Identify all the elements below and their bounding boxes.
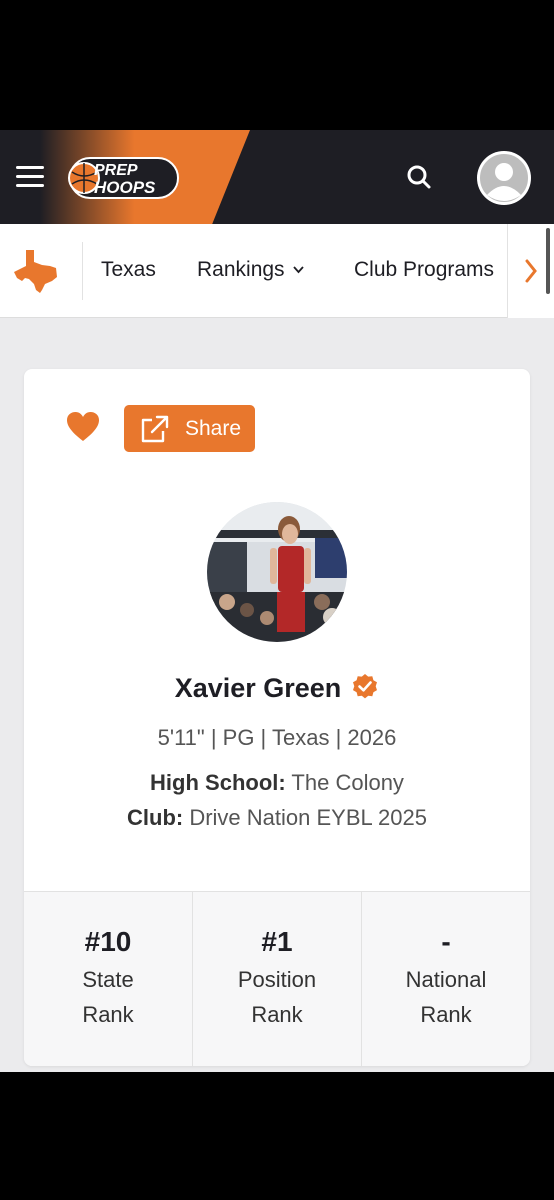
subnav-item-texas[interactable]: Texas [101, 258, 156, 282]
rank-value: #10 [84, 926, 132, 957]
logo-line1: PREP [94, 162, 138, 179]
player-profile-card: Share Xavier Green 5'11" | PG | Texas | … [24, 369, 530, 1066]
state-rank[interactable]: #10 State Rank [24, 892, 193, 1066]
favorite-heart-icon[interactable] [66, 411, 100, 443]
rank-label-line1: National [405, 967, 487, 992]
sub-navigation: Texas Rankings Club Programs [0, 224, 554, 318]
rank-label: State Rank [24, 962, 192, 1032]
rank-label-line2: Rank [82, 1002, 134, 1027]
rank-value: #1 [261, 926, 293, 957]
share-label: Share [185, 417, 242, 440]
app-header: PREP HOOPS [0, 130, 554, 224]
screen: PREP HOOPS Texas Rankings Club Programs … [0, 0, 554, 1200]
player-name: Xavier Green [24, 673, 530, 704]
subnav-item-club-programs[interactable]: Club Programs [354, 258, 510, 282]
club-line: Club: Drive Nation EYBL 2025 [24, 805, 530, 831]
club-value[interactable]: Drive Nation EYBL 2025 [189, 805, 427, 830]
rank-label-line1: State [82, 967, 134, 992]
subnav-item-label: Rankings [197, 258, 285, 281]
rank-label-line1: Position [237, 967, 317, 992]
high-school-line: High School: The Colony [24, 770, 530, 796]
player-meta: 5'11" | PG | Texas | 2026 [157, 725, 397, 750]
texas-state-icon[interactable] [12, 246, 60, 294]
prep-hoops-logo[interactable]: PREP HOOPS [64, 154, 180, 202]
subnav-divider [82, 242, 83, 300]
logo-line2: HOOPS [94, 178, 156, 197]
share-button[interactable]: Share [124, 405, 255, 452]
national-rank[interactable]: - National Rank [362, 892, 530, 1066]
rank-label-line2: Rank [251, 1002, 303, 1027]
rank-label-line2: Rank [420, 1002, 472, 1027]
rank-value: - [441, 926, 451, 957]
chevron-down-icon [292, 263, 304, 277]
subnav-item-label: Club Programs [354, 258, 495, 281]
verified-check-icon [351, 673, 379, 701]
search-icon[interactable] [402, 160, 436, 194]
club-label: Club: [127, 805, 184, 830]
player-avatar [207, 502, 347, 642]
subnav-item-rankings[interactable]: Rankings [197, 258, 304, 282]
rank-label: Position Rank [193, 962, 361, 1032]
player-name-text: Xavier Green [174, 673, 342, 703]
position-rank[interactable]: #1 Position Rank [193, 892, 362, 1066]
rankings-row: #10 State Rank #1 Position Rank - Nation… [24, 891, 530, 1066]
high-school-label: High School: [150, 770, 286, 795]
logo-graphic: PREP HOOPS [68, 157, 179, 199]
high-school-value[interactable]: The Colony [291, 770, 404, 795]
subnav-item-label: Texas [101, 258, 156, 281]
scrollbar[interactable] [546, 228, 550, 294]
page-content: Share Xavier Green 5'11" | PG | Texas | … [0, 318, 554, 1072]
menu-icon[interactable] [16, 166, 44, 188]
user-avatar-icon[interactable] [477, 151, 531, 205]
share-icon [141, 415, 169, 443]
rank-label: National Rank [362, 962, 530, 1032]
